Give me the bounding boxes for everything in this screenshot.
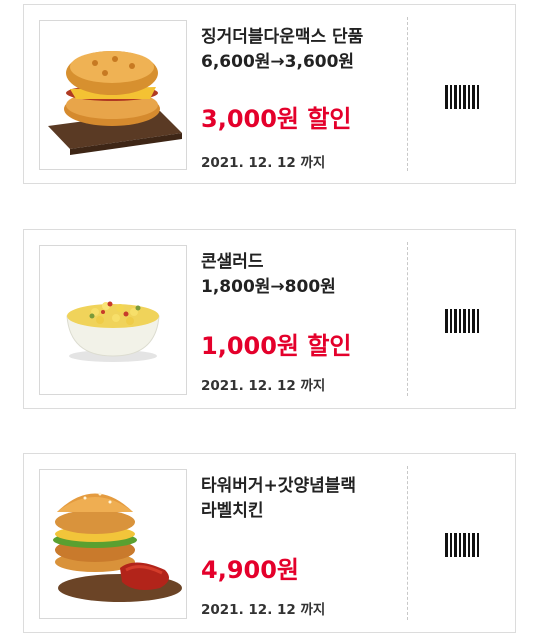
coupon-divider (407, 17, 408, 171)
barcode-icon[interactable] (445, 309, 479, 333)
discount-amount: 1,000원 할인 (201, 332, 352, 360)
product-image-corn-salad (39, 245, 187, 395)
coupon-card[interactable]: 타워버거+갓양념블랙 라벨치킨 4,900원 2021. 12. 12 까지 (23, 453, 516, 633)
discount-amount: 3,000원 할인 (201, 105, 352, 133)
product-image-tower-burger-chicken (39, 469, 187, 619)
product-name: 징거더블다운맥스 단품 6,600원→3,600원 (201, 25, 363, 75)
barcode-icon[interactable] (445, 533, 479, 557)
product-name-line: 징거더블다운맥스 단품 (201, 27, 364, 47)
barcode-icon[interactable] (445, 85, 479, 109)
product-image-zinger-double-down-max (39, 20, 187, 170)
sale-price: 4,900원 (201, 556, 299, 584)
expiry-date: 2021. 12. 12 까지 (201, 155, 326, 171)
product-name: 타워버거+갓양념블랙 라벨치킨 (201, 474, 356, 524)
product-name-line: 라벨치킨 (201, 501, 264, 521)
product-name-line: 콘샐러드 (201, 252, 264, 272)
coupon-divider (407, 242, 408, 396)
price-change: 1,800원→800원 (201, 277, 336, 297)
expiry-date: 2021. 12. 12 까지 (201, 602, 326, 618)
expiry-date: 2021. 12. 12 까지 (201, 378, 326, 394)
price-change: 6,600원→3,600원 (201, 52, 355, 72)
product-name-line: 타워버거+갓양념블랙 (201, 476, 357, 496)
coupon-divider (407, 466, 408, 620)
product-name: 콘샐러드 1,800원→800원 (201, 250, 336, 300)
coupon-card[interactable]: 콘샐러드 1,800원→800원 1,000원 할인 2021. 12. 12 … (23, 229, 516, 409)
coupon-card[interactable]: 징거더블다운맥스 단품 6,600원→3,600원 3,000원 할인 2021… (23, 4, 516, 184)
